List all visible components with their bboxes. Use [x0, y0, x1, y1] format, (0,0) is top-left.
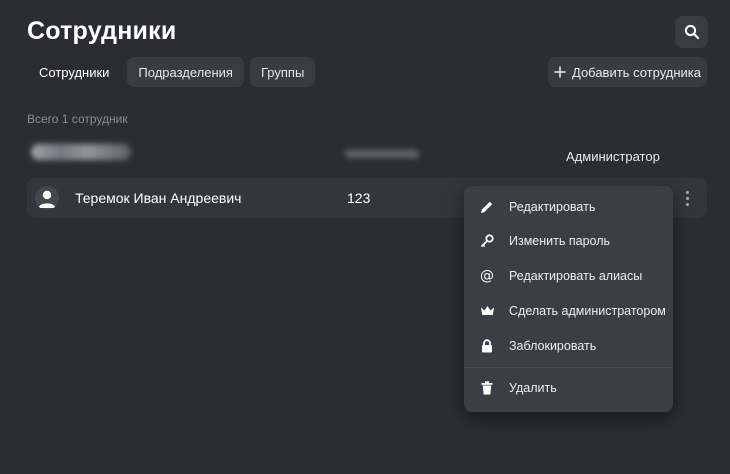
- key-icon: [479, 233, 495, 249]
- role-label: Администратор: [566, 149, 660, 164]
- tab-employees[interactable]: Сотрудники: [27, 57, 122, 87]
- menu-item-make-admin[interactable]: Сделать администратором: [464, 294, 673, 328]
- more-dot: [685, 202, 689, 206]
- search-icon: [684, 24, 699, 40]
- crown-icon: [479, 303, 495, 319]
- user-icon: [38, 190, 56, 208]
- menu-item-label: Сделать администратором: [509, 304, 666, 318]
- menu-item-label: Изменить пароль: [509, 234, 611, 248]
- search-button[interactable]: [675, 16, 708, 48]
- at-icon: @: [480, 268, 494, 284]
- menu-item-change-password[interactable]: Изменить пароль: [464, 224, 673, 258]
- menu-item-label: Удалить: [509, 381, 557, 395]
- blurred-value: [345, 150, 419, 158]
- tab-groups[interactable]: Группы: [249, 57, 316, 87]
- menu-divider: [464, 367, 673, 368]
- menu-item-edit-aliases[interactable]: @ Редактировать алиасы: [464, 259, 673, 293]
- employee-name: Теремок Иван Андреевич: [75, 190, 242, 206]
- menu-item-block[interactable]: Заблокировать: [464, 329, 673, 363]
- add-employee-label: Добавить сотрудника: [572, 64, 701, 80]
- tabs: Сотрудники Подразделения Группы: [27, 57, 316, 87]
- context-menu: Редактировать Изменить пароль @ Редактир…: [464, 186, 673, 412]
- avatar: [35, 186, 59, 210]
- lock-icon: [479, 338, 495, 354]
- pencil-icon: [479, 199, 495, 215]
- organization-row: Администратор: [27, 140, 707, 172]
- employee-number: 123: [347, 190, 371, 206]
- tab-departments[interactable]: Подразделения: [127, 57, 244, 87]
- plus-icon: [554, 66, 566, 78]
- employee-count: Всего 1 сотрудник: [27, 112, 128, 126]
- more-dot: [685, 196, 689, 200]
- add-employee-button[interactable]: Добавить сотрудника: [548, 57, 707, 87]
- menu-item-delete[interactable]: Удалить: [464, 371, 673, 405]
- blurred-name: [31, 144, 131, 160]
- menu-item-label: Редактировать: [509, 200, 596, 214]
- trash-icon: [479, 380, 495, 396]
- menu-item-label: Заблокировать: [509, 339, 597, 353]
- more-dot: [685, 190, 689, 194]
- menu-item-edit[interactable]: Редактировать: [464, 190, 673, 224]
- menu-item-label: Редактировать алиасы: [509, 269, 643, 283]
- page-title: Сотрудники: [27, 17, 177, 45]
- more-actions-button[interactable]: [676, 186, 698, 210]
